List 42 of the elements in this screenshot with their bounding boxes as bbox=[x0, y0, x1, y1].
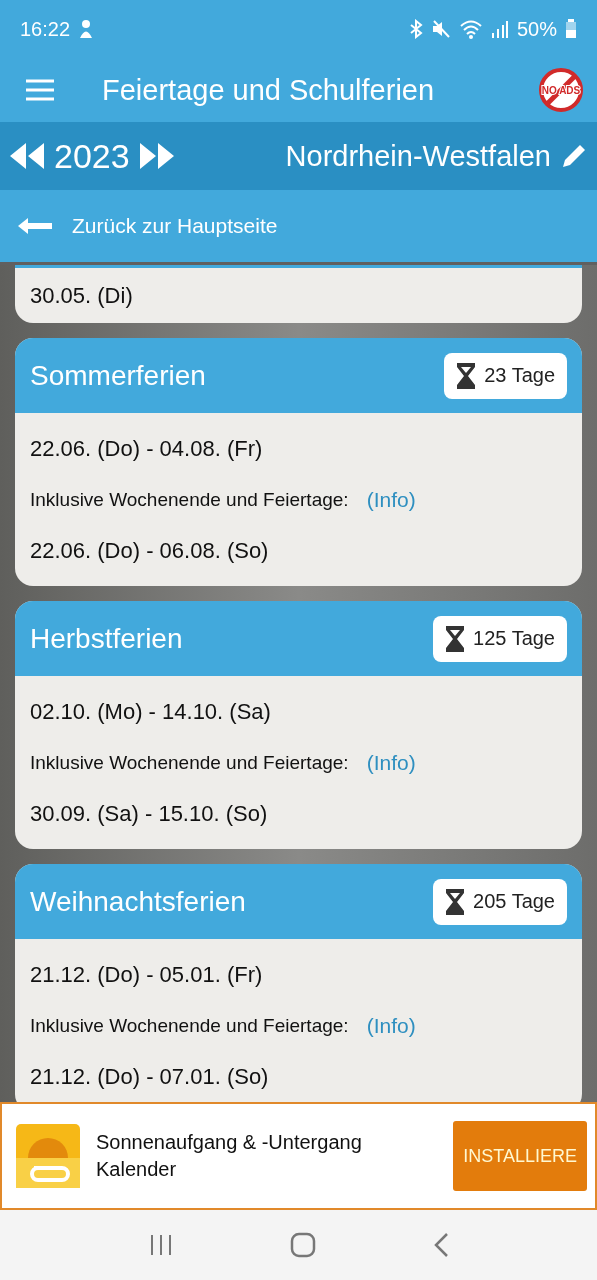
hourglass-icon bbox=[456, 361, 477, 390]
date-range: 21.12. (Do) - 07.01. (So) bbox=[30, 1062, 270, 1091]
date-range: 21.12. (Do) - 05.01. (Fr) bbox=[30, 960, 264, 989]
holiday-name: Herbstferien bbox=[30, 622, 183, 655]
bluetooth-icon bbox=[408, 19, 423, 39]
inclusive-note: Inklusive Wochenende und Feiertage: bbox=[30, 488, 349, 511]
hourglass-icon bbox=[445, 624, 466, 653]
ad-title: Sonnenaufgang & -Untergang Kalender bbox=[96, 1130, 363, 1182]
figure-icon bbox=[78, 19, 95, 39]
countdown-badge: 23 Tage bbox=[444, 352, 567, 399]
recent-apps-button[interactable] bbox=[148, 1234, 173, 1256]
date-range: 30.09. (Sa) - 15.10. (So) bbox=[30, 799, 269, 828]
signal-icon bbox=[490, 19, 509, 39]
inclusive-note: Inklusive Wochenende und Feiertage: bbox=[30, 1014, 349, 1037]
hourglass-icon bbox=[445, 887, 466, 916]
region-label: Nordrhein-Westfalen bbox=[285, 139, 551, 173]
install-button[interactable]: INSTALLIERE bbox=[453, 1121, 587, 1191]
back-button[interactable] bbox=[432, 1232, 449, 1258]
holiday-name: Sommerferien bbox=[30, 359, 206, 392]
battery-percent: 50% bbox=[516, 17, 557, 41]
info-link[interactable]: (Info) bbox=[366, 750, 416, 775]
info-link[interactable]: (Info) bbox=[366, 487, 416, 512]
app-icon bbox=[16, 1124, 80, 1188]
mute-icon bbox=[430, 19, 451, 39]
date-range: 02.10. (Mo) - 14.10. (Sa) bbox=[30, 697, 272, 726]
inclusive-note: Inklusive Wochenende und Feiertage: bbox=[30, 751, 349, 774]
wifi-icon bbox=[458, 19, 483, 39]
menu-button[interactable] bbox=[26, 79, 54, 101]
back-link[interactable]: Zurück zur Hauptseite bbox=[72, 214, 278, 238]
home-button[interactable] bbox=[289, 1232, 316, 1258]
app-title: Feiertage und Schulferien bbox=[102, 73, 436, 107]
back-arrow-icon bbox=[16, 216, 54, 236]
countdown-badge: 125 Tage bbox=[433, 615, 567, 662]
status-time: 16:22 bbox=[20, 17, 71, 41]
holiday-date: 30.05. (Di) bbox=[30, 282, 133, 309]
date-range: 22.06. (Do) - 06.08. (So) bbox=[30, 536, 270, 565]
holiday-name: Weihnachtsferien bbox=[30, 885, 246, 918]
battery-icon bbox=[565, 19, 577, 39]
countdown-badge: 205 Tage bbox=[433, 878, 567, 925]
date-range: 22.06. (Do) - 04.08. (Fr) bbox=[30, 434, 264, 463]
info-link[interactable]: (Info) bbox=[366, 1013, 416, 1038]
year-label: 2023 bbox=[54, 136, 130, 176]
